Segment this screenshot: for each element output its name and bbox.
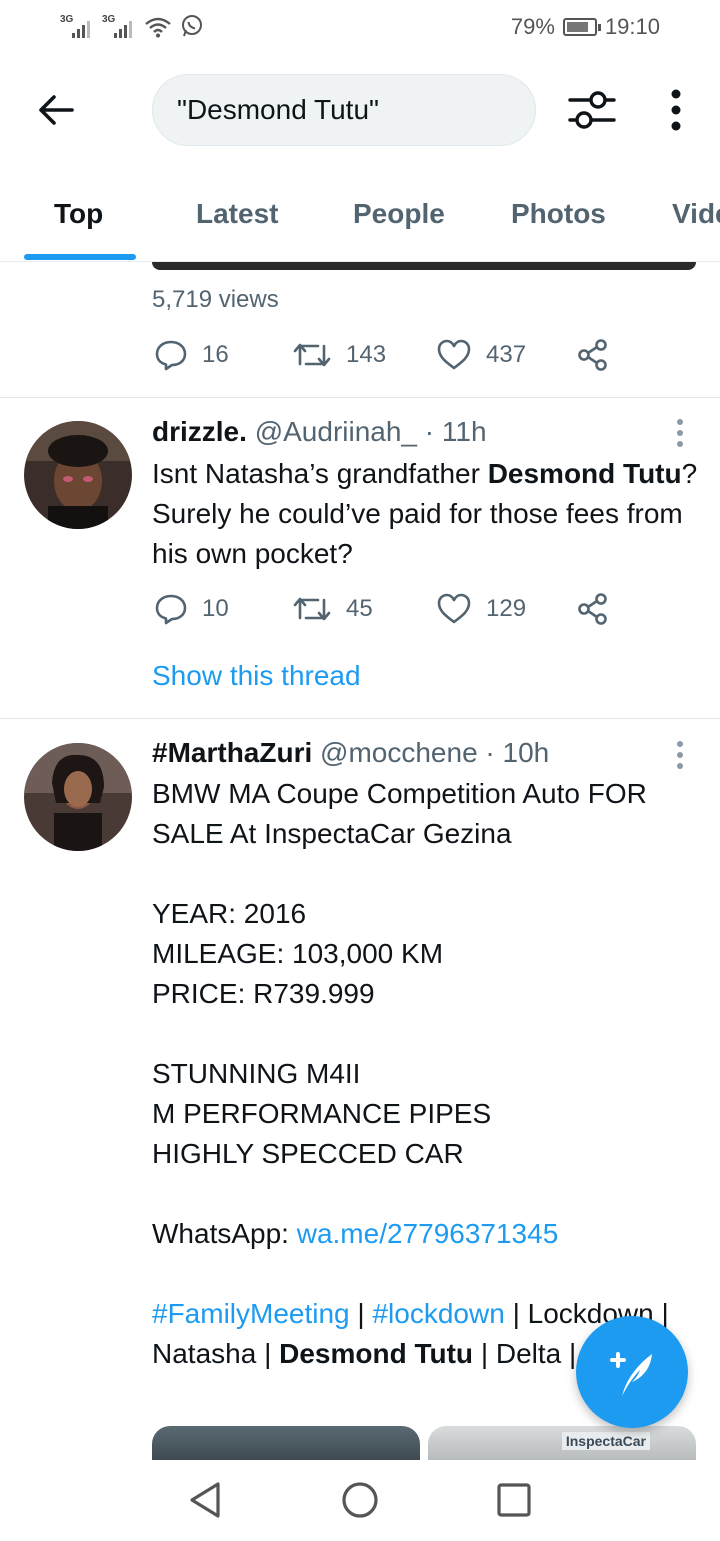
battery-icon xyxy=(562,18,601,36)
highlighted-term: Desmond Tutu xyxy=(279,1338,474,1369)
text-segment: WhatsApp: xyxy=(152,1218,297,1249)
wifi-icon xyxy=(145,17,171,38)
user-handle[interactable]: @mocchene xyxy=(320,737,478,768)
compose-icon xyxy=(610,1352,652,1396)
more-vertical-icon[interactable] xyxy=(660,86,692,134)
tweet-actions: 16 143 437 xyxy=(152,338,622,378)
filter-sliders-icon[interactable] xyxy=(566,88,618,132)
status-bar: 3G 3G 79% 19:10 xyxy=(0,0,720,56)
avatar[interactable] xyxy=(24,743,132,851)
tweet-more-icon[interactable] xyxy=(670,740,690,770)
avatar-image xyxy=(24,421,132,529)
share-icon[interactable] xyxy=(576,592,610,626)
text-line: YEAR: 2016 xyxy=(152,898,307,929)
display-name[interactable]: #MarthaZuri xyxy=(152,737,312,768)
tweet-text: BMW MA Coupe Competition Auto FOR SALE A… xyxy=(152,774,702,1374)
whatsapp-icon xyxy=(182,15,202,37)
user-handle[interactable]: @Audriinah_ xyxy=(255,416,417,447)
hashtag-link[interactable]: #lockdown xyxy=(372,1298,504,1329)
tab-videos[interactable]: Videos xyxy=(672,198,720,230)
media-image[interactable]: InspectaCar xyxy=(428,1426,696,1460)
tweet-header: drizzle. @Audriinah_ · 11h xyxy=(152,416,487,448)
signal-strength-icon: 3G xyxy=(60,14,94,38)
tweet-more-icon[interactable] xyxy=(670,418,690,448)
tab-people[interactable]: People xyxy=(353,198,445,230)
show-thread-link[interactable]: Show this thread xyxy=(152,660,361,692)
like-icon xyxy=(437,339,471,370)
tab-top[interactable]: Top xyxy=(54,198,103,230)
signal-strength-icon: 3G xyxy=(102,14,136,38)
retweet-button[interactable]: 143 xyxy=(292,338,386,372)
avatar[interactable] xyxy=(24,421,132,529)
view-count: 5,719 views xyxy=(152,286,279,313)
tweet-media[interactable] xyxy=(152,262,696,270)
search-input[interactable]: "Desmond Tutu" xyxy=(152,74,536,146)
divider xyxy=(0,397,720,398)
reply-icon xyxy=(155,594,187,625)
retweet-icon xyxy=(293,597,331,621)
hashtag-link[interactable]: #FamilyMeeting xyxy=(152,1298,350,1329)
compose-button[interactable] xyxy=(576,1316,688,1428)
tweet-time: · 11h xyxy=(424,416,487,447)
search-query-text: "Desmond Tutu" xyxy=(177,94,379,125)
like-button[interactable]: 437 xyxy=(436,338,526,372)
status-left: 3G 3G xyxy=(60,14,204,38)
share-icon[interactable] xyxy=(576,338,610,372)
nav-home-icon[interactable] xyxy=(340,1480,380,1520)
like-count: 129 xyxy=(486,595,527,622)
reply-button[interactable]: 10 xyxy=(154,592,229,626)
highlighted-term: Desmond Tutu xyxy=(487,458,682,489)
tweet-actions: 10 45 129 xyxy=(152,592,622,632)
media-logo-text: InspectaCar xyxy=(561,1432,650,1450)
battery-percent: 79% xyxy=(510,14,555,39)
text-line: HIGHLY SPECCED CAR xyxy=(152,1138,464,1169)
nav-back-icon[interactable] xyxy=(186,1480,226,1520)
tweet-text: Isnt Natasha’s grandfather Desmond Tutu?… xyxy=(152,454,702,574)
text-line: M PERFORMANCE PIPES xyxy=(152,1098,492,1129)
retweet-count: 45 xyxy=(346,595,373,622)
avatar-image xyxy=(24,743,132,851)
tab-latest[interactable]: Latest xyxy=(196,198,278,230)
retweet-icon xyxy=(293,343,331,367)
like-button[interactable]: 129 xyxy=(436,592,526,626)
display-name[interactable]: drizzle. xyxy=(152,416,247,447)
reply-count: 16 xyxy=(202,341,229,368)
text-line: WhatsApp: wa.me/27796371345 xyxy=(152,1214,702,1254)
text-line: MILEAGE: 103,000 KM xyxy=(152,938,444,969)
text-segment: Isnt Natasha’s grandfather xyxy=(152,458,488,489)
tab-photos[interactable]: Photos xyxy=(511,198,606,230)
retweet-button[interactable]: 45 xyxy=(292,592,373,626)
active-tab-indicator xyxy=(24,254,136,260)
text-line: PRICE: R739.999 xyxy=(152,978,375,1009)
system-nav-bar xyxy=(0,1460,720,1541)
reply-button[interactable]: 16 xyxy=(154,338,229,372)
search-header: "Desmond Tutu" xyxy=(0,60,720,160)
text-segment: | xyxy=(349,1298,373,1329)
like-icon xyxy=(437,593,471,624)
reply-icon xyxy=(155,340,187,371)
tweet-header: #MarthaZuri @mocchene · 10h xyxy=(152,737,549,769)
media-image[interactable] xyxy=(152,1426,420,1460)
text-line: STUNNING M4II xyxy=(152,1058,361,1089)
nav-recents-icon[interactable] xyxy=(494,1480,534,1520)
tweet-time: · 10h xyxy=(485,737,550,768)
clock: 19:10 xyxy=(604,14,660,39)
text-line: BMW MA Coupe Competition Auto FOR SALE A… xyxy=(152,778,647,849)
reply-count: 10 xyxy=(202,595,229,622)
status-right: 79% 19:10 xyxy=(511,14,660,40)
whatsapp-link[interactable]: wa.me/27796371345 xyxy=(297,1218,559,1249)
search-tabs: Top Latest People Photos Videos xyxy=(0,176,720,262)
like-count: 437 xyxy=(486,341,527,368)
retweet-count: 143 xyxy=(346,341,387,368)
divider xyxy=(0,718,720,719)
tweet-media: InspectaCar xyxy=(152,1426,696,1460)
back-arrow-icon[interactable] xyxy=(32,86,80,134)
